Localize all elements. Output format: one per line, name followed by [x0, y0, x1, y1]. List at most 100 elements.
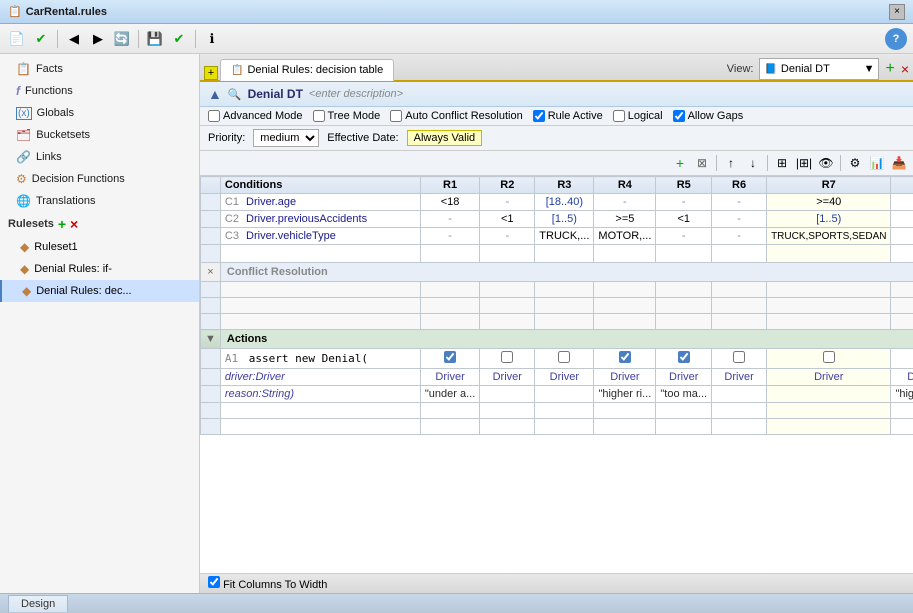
logical-checkbox[interactable]: [613, 110, 625, 122]
ruleset-item-2[interactable]: ◆ Denial Rules: if-: [0, 258, 199, 280]
conflict-collapse-icon[interactable]: ×: [207, 266, 213, 278]
c3-r4[interactable]: MOTOR,...: [594, 228, 656, 245]
c2-r7[interactable]: [1..5): [767, 211, 891, 228]
a1-r6-check[interactable]: [712, 349, 767, 369]
c2-r4[interactable]: >=5: [594, 211, 656, 228]
c3-r6[interactable]: -: [712, 228, 767, 245]
fit-columns-label[interactable]: Fit Columns To Width: [208, 576, 327, 591]
allow-gaps-checkbox[interactable]: [673, 110, 685, 122]
a1-r3-check[interactable]: [535, 349, 594, 369]
c2-r1[interactable]: -: [420, 211, 479, 228]
c1-r7[interactable]: >=40: [767, 194, 891, 211]
a1-r4-check[interactable]: [594, 349, 656, 369]
c2-r8[interactable]: -: [891, 211, 913, 228]
settings-button[interactable]: ⚙: [845, 153, 865, 173]
reason-r7[interactable]: [767, 386, 891, 403]
fit-columns-checkbox[interactable]: [208, 576, 220, 588]
rule-active-checkbox[interactable]: [533, 110, 545, 122]
info-button[interactable]: ℹ: [201, 28, 223, 50]
search-icon[interactable]: 🔍: [228, 88, 242, 101]
driver-r8[interactable]: Driver: [891, 369, 913, 386]
ruleset-item-3[interactable]: ◆ Denial Rules: dec...: [0, 280, 199, 302]
a1-action-name[interactable]: assert new Denial(: [249, 352, 368, 365]
delete-ruleset-button[interactable]: ×: [70, 216, 78, 232]
collapse-dt-button[interactable]: ▲: [208, 86, 222, 102]
denial-rules-tab[interactable]: 📋 Denial Rules: decision table: [220, 59, 394, 81]
c3-r7[interactable]: TRUCK,SPORTS,SEDAN: [767, 228, 891, 245]
a1-r8-check[interactable]: [891, 349, 913, 369]
sidebar-item-globals[interactable]: (x) Globals: [0, 102, 199, 124]
c1-name[interactable]: Driver.age: [246, 196, 296, 208]
a1-r5-checkbox[interactable]: [678, 351, 690, 363]
driver-r2[interactable]: Driver: [480, 369, 535, 386]
a1-r2-checkbox[interactable]: [501, 351, 513, 363]
export-button[interactable]: 📊: [867, 153, 887, 173]
actions-collapse-icon[interactable]: ▼: [205, 333, 216, 345]
move-down-button[interactable]: ↓: [743, 153, 763, 173]
c1-r3[interactable]: [18..40): [535, 194, 594, 211]
sidebar-item-translations[interactable]: 🌐 Translations: [0, 190, 199, 212]
a1-r6-checkbox[interactable]: [733, 351, 745, 363]
ruleset-item-1[interactable]: ◆ Ruleset1: [0, 236, 199, 258]
a1-r3-checkbox[interactable]: [558, 351, 570, 363]
refresh-button[interactable]: 🔄: [111, 28, 133, 50]
priority-select[interactable]: low medium high: [253, 129, 319, 147]
driver-r3[interactable]: Driver: [535, 369, 594, 386]
driver-r7[interactable]: Driver: [767, 369, 891, 386]
new-button[interactable]: 📄: [6, 28, 28, 50]
reason-r3[interactable]: [535, 386, 594, 403]
add-col-button[interactable]: +: [670, 153, 690, 173]
driver-r5[interactable]: Driver: [656, 369, 712, 386]
c3-name[interactable]: Driver.vehicleType: [246, 230, 336, 242]
sidebar-item-functions[interactable]: f Functions: [0, 80, 199, 102]
rule-active-label[interactable]: Rule Active: [533, 110, 603, 122]
logical-label[interactable]: Logical: [613, 110, 663, 122]
sidebar-item-links[interactable]: 🔗 Links: [0, 146, 199, 168]
a1-r7-checkbox[interactable]: [823, 351, 835, 363]
c1-r2[interactable]: -: [480, 194, 535, 211]
add-view-button[interactable]: +: [885, 60, 894, 78]
auto-conflict-label[interactable]: Auto Conflict Resolution: [390, 110, 522, 122]
c1-r6[interactable]: -: [712, 194, 767, 211]
c2-r5[interactable]: <1: [656, 211, 712, 228]
c3-r5[interactable]: -: [656, 228, 712, 245]
move-up-button[interactable]: ↑: [721, 153, 741, 173]
a1-r4-checkbox[interactable]: [619, 351, 631, 363]
reason-r4[interactable]: "higher ri...: [594, 386, 656, 403]
reason-r6[interactable]: [712, 386, 767, 403]
validate-button[interactable]: ✔: [168, 28, 190, 50]
reason-r8[interactable]: "higher ri...: [891, 386, 913, 403]
eye-button[interactable]: 👁: [816, 153, 836, 173]
forward-button[interactable]: ▶: [87, 28, 109, 50]
design-tab[interactable]: Design: [8, 595, 68, 612]
column-width-button[interactable]: |⊞|: [794, 153, 814, 173]
tree-mode-label[interactable]: Tree Mode: [313, 110, 381, 122]
a1-r5-check[interactable]: [656, 349, 712, 369]
delete-view-button[interactable]: ×: [901, 61, 909, 77]
reason-r2[interactable]: [480, 386, 535, 403]
grid-view-button[interactable]: ⊞: [772, 153, 792, 173]
c1-r5[interactable]: -: [656, 194, 712, 211]
delete-col-button[interactable]: ⊠: [692, 153, 712, 173]
a1-r1-checkbox[interactable]: [444, 351, 456, 363]
advanced-mode-checkbox[interactable]: [208, 110, 220, 122]
allow-gaps-label[interactable]: Allow Gaps: [673, 110, 744, 122]
c2-name[interactable]: Driver.previousAccidents: [246, 213, 367, 225]
driver-r1[interactable]: Driver: [420, 369, 479, 386]
close-button[interactable]: ×: [889, 4, 905, 20]
c3-r3[interactable]: TRUCK,...: [535, 228, 594, 245]
sidebar-item-bucketsets[interactable]: 🗂 Bucketsets: [0, 124, 199, 146]
tree-mode-checkbox[interactable]: [313, 110, 325, 122]
c3-r2[interactable]: -: [480, 228, 535, 245]
sidebar-item-facts[interactable]: 📋 Facts: [0, 58, 199, 80]
reason-r5[interactable]: "too ma...: [656, 386, 712, 403]
save-all-button[interactable]: ✔: [30, 28, 52, 50]
driver-r6[interactable]: Driver: [712, 369, 767, 386]
expand-tab-button[interactable]: +: [204, 66, 218, 80]
a1-r7-check[interactable]: [767, 349, 891, 369]
advanced-mode-label[interactable]: Advanced Mode: [208, 110, 303, 122]
a1-r1-check[interactable]: [420, 349, 479, 369]
c2-r6[interactable]: -: [712, 211, 767, 228]
c3-r1[interactable]: -: [420, 228, 479, 245]
auto-conflict-checkbox[interactable]: [390, 110, 402, 122]
